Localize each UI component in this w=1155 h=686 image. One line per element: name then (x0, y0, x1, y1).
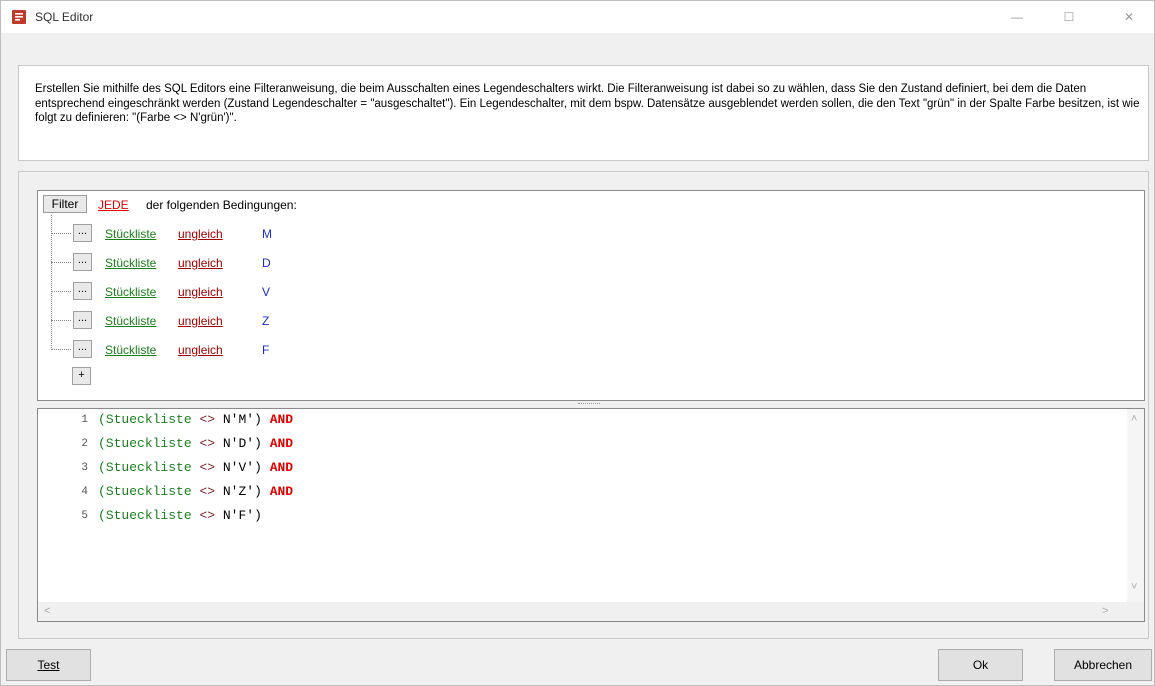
condition-operator[interactable]: ungleich (178, 285, 223, 299)
code-value: N'Z') (222, 484, 262, 499)
condition-options-button[interactable]: ... (73, 340, 92, 358)
condition-row: ... Stückliste ungleich V (51, 281, 451, 301)
description-text: Erstellen Sie mithilfe des SQL Editors e… (35, 83, 1140, 124)
condition-row: ... Stückliste ungleich Z (51, 310, 451, 330)
code-field: Stueckliste (105, 484, 192, 499)
code-operator: <> (199, 460, 216, 475)
condition-options-button[interactable]: ... (73, 311, 92, 329)
code-field: Stueckliste (105, 460, 192, 475)
condition-operator[interactable]: ungleich (178, 343, 223, 357)
scroll-down-icon[interactable]: ˅ (1131, 581, 1137, 593)
condition-value[interactable]: V (262, 285, 270, 299)
test-button[interactable]: Test (6, 649, 91, 681)
cancel-button[interactable]: Abbrechen (1054, 649, 1152, 681)
code-value: N'D') (222, 436, 262, 451)
code-operator: <> (199, 484, 216, 499)
window-title: SQL Editor (35, 10, 94, 24)
code-line: 3 (Stueckliste <> N'V') AND (38, 460, 293, 484)
code-operator: <> (199, 436, 216, 451)
maximize-button[interactable]: ☐ (1046, 1, 1092, 33)
filter-button[interactable]: Filter (43, 195, 87, 213)
code-value: N'M') (222, 412, 262, 427)
condition-value[interactable]: Z (262, 314, 269, 328)
sql-code-editor[interactable]: 1 (Stueckliste <> N'M') AND 2 (Stuecklis… (37, 408, 1145, 622)
condition-options-button[interactable]: ... (73, 224, 92, 242)
line-number: 2 (81, 438, 88, 450)
condition-operator[interactable]: ungleich (178, 314, 223, 328)
condition-operator[interactable]: ungleich (178, 256, 223, 270)
code-value: N'V') (222, 460, 262, 475)
code-operator: <> (199, 508, 216, 523)
code-value: N'F') (222, 508, 262, 523)
condition-options-button[interactable]: ... (73, 253, 92, 271)
sql-editor-app-icon (12, 10, 26, 24)
ok-button[interactable]: Ok (938, 649, 1023, 681)
vertical-scrollbar[interactable]: ˄ ˅ (1127, 409, 1144, 602)
code-field: Stueckliste (105, 412, 192, 427)
code-keyword: AND (269, 436, 294, 451)
condition-field[interactable]: Stückliste (105, 314, 156, 328)
splitter-grip[interactable] (578, 403, 600, 405)
code-field: Stueckliste (105, 436, 192, 451)
code-keyword: AND (269, 460, 294, 475)
condition-field[interactable]: Stückliste (105, 343, 156, 357)
condition-value[interactable]: D (262, 256, 271, 270)
condition-row: ... Stückliste ungleich M (51, 223, 451, 243)
code-line: 1 (Stueckliste <> N'M') AND (38, 412, 293, 436)
title-bar: SQL Editor — ☐ ✕ (1, 1, 1154, 33)
code-line: 5 (Stueckliste <> N'F') (38, 508, 262, 532)
close-button[interactable]: ✕ (1106, 1, 1152, 33)
code-line: 2 (Stueckliste <> N'D') AND (38, 436, 293, 460)
condition-value[interactable]: M (262, 227, 272, 241)
condition-field[interactable]: Stückliste (105, 227, 156, 241)
line-number: 4 (81, 486, 88, 498)
condition-row: ... Stückliste ungleich F (51, 339, 451, 359)
code-field: Stueckliste (105, 508, 192, 523)
filter-tree: Filter JEDE der folgenden Bedingungen: .… (37, 190, 1145, 401)
code-line: 4 (Stueckliste <> N'Z') AND (38, 484, 293, 508)
sql-editor-window: SQL Editor — ☐ ✕ Erstellen Sie mithilfe … (0, 0, 1155, 686)
code-operator: <> (199, 412, 216, 427)
condition-options-button[interactable]: ... (73, 282, 92, 300)
line-number: 3 (81, 462, 88, 474)
quantifier-link[interactable]: JEDE (98, 198, 129, 212)
code-keyword: AND (269, 412, 294, 427)
add-condition-button[interactable]: + (72, 367, 91, 385)
scroll-up-icon[interactable]: ˄ (1131, 413, 1137, 425)
condition-row: ... Stückliste ungleich D (51, 252, 451, 272)
description-panel: Erstellen Sie mithilfe des SQL Editors e… (18, 65, 1149, 161)
condition-field[interactable]: Stückliste (105, 256, 156, 270)
condition-value[interactable]: F (262, 343, 269, 357)
horizontal-scrollbar[interactable]: < > (38, 602, 1144, 621)
editor-panel: Filter JEDE der folgenden Bedingungen: .… (18, 171, 1149, 639)
condition-operator[interactable]: ungleich (178, 227, 223, 241)
line-number: 1 (81, 414, 88, 426)
line-number: 5 (81, 510, 88, 522)
conditions-label: der folgenden Bedingungen: (146, 198, 297, 212)
scroll-right-icon[interactable]: > (1102, 605, 1108, 617)
scroll-left-icon[interactable]: < (44, 605, 50, 617)
code-keyword: AND (269, 484, 294, 499)
minimize-button[interactable]: — (994, 1, 1040, 33)
condition-field[interactable]: Stückliste (105, 285, 156, 299)
